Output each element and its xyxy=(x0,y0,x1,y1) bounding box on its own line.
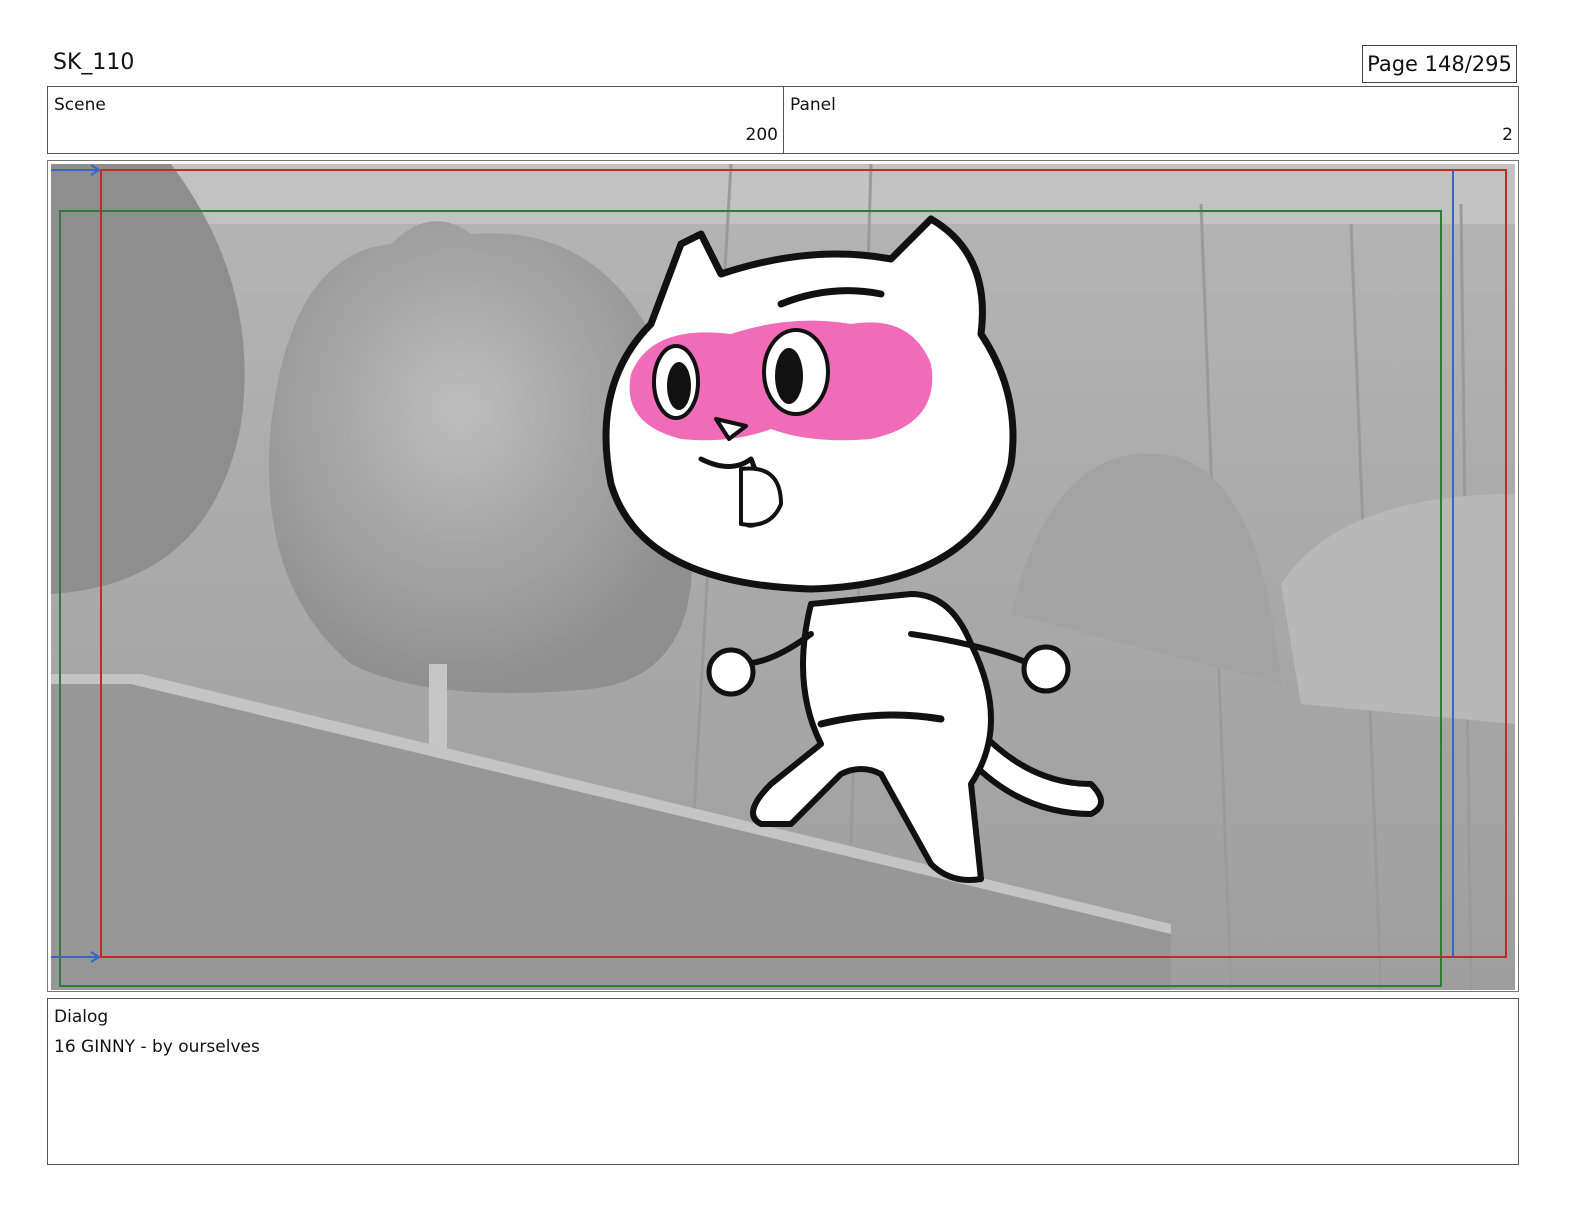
page-counter-label: Page 148/295 xyxy=(1367,52,1512,76)
page-counter: Page 148/295 xyxy=(1362,45,1517,83)
scene-panel-info: Scene 200 Panel 2 xyxy=(47,86,1519,154)
panel-cell: Panel 2 xyxy=(784,87,1518,153)
dialog-label: Dialog xyxy=(54,1007,109,1027)
dialog-text: 16 GINNY - by ourselves xyxy=(54,1037,260,1057)
sequence-id: SK_110 xyxy=(53,50,135,75)
panel-drawing xyxy=(51,164,1515,990)
panel-label: Panel xyxy=(790,95,836,115)
ceiling-beams xyxy=(51,164,1515,224)
scene-label: Scene xyxy=(54,95,106,115)
scene-number: 200 xyxy=(745,125,778,145)
storyboard-panel xyxy=(47,160,1519,992)
panel-number: 2 xyxy=(1502,125,1513,145)
scene-cell: Scene 200 xyxy=(48,87,784,153)
dialog-section: Dialog 16 GINNY - by ourselves xyxy=(47,998,1519,1165)
